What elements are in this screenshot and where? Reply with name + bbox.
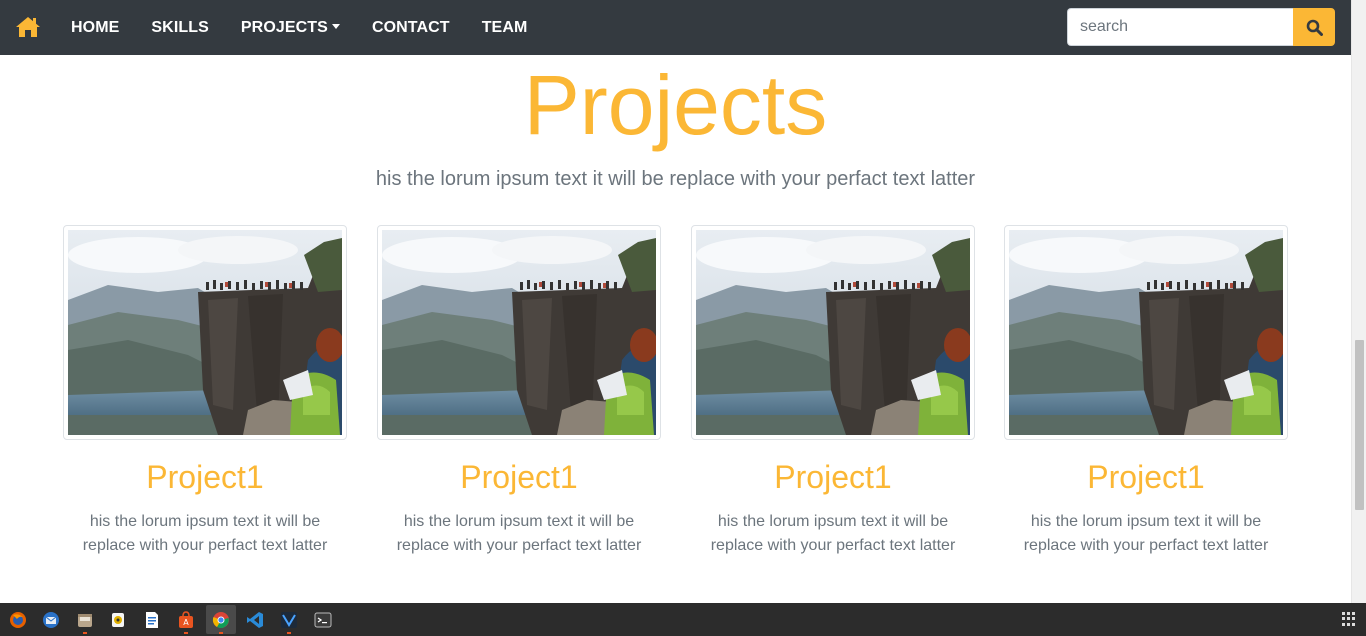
search-form bbox=[1067, 8, 1335, 46]
home-button[interactable] bbox=[14, 14, 42, 40]
project-title: Project1 bbox=[1087, 459, 1205, 495]
nav-links: HOME SKILLS PROJECTS CONTACT TEAM bbox=[55, 0, 543, 55]
project-description: his the lorum ipsum text it will be repl… bbox=[396, 513, 642, 554]
project-image-frame[interactable] bbox=[1004, 225, 1288, 440]
project-title: Project1 bbox=[774, 459, 892, 495]
svg-text:A: A bbox=[183, 618, 189, 627]
app-icon[interactable] bbox=[280, 611, 298, 629]
running-indicator bbox=[287, 632, 291, 634]
project-image bbox=[1009, 230, 1283, 435]
search-button[interactable] bbox=[1293, 8, 1335, 46]
files-icon[interactable] bbox=[76, 611, 94, 629]
project-image-frame[interactable] bbox=[63, 225, 347, 440]
project-image bbox=[382, 230, 656, 435]
software-center-icon[interactable]: A bbox=[177, 611, 195, 629]
search-icon bbox=[1306, 19, 1323, 36]
project-image-frame[interactable] bbox=[377, 225, 661, 440]
home-icon bbox=[16, 17, 40, 37]
vscode-icon[interactable] bbox=[246, 611, 264, 629]
nav-link-skills[interactable]: SKILLS bbox=[135, 0, 225, 55]
running-indicator bbox=[83, 632, 87, 634]
project-card: Project1 his the lorum ipsum text it wil… bbox=[691, 225, 975, 558]
project-card: Project1 his the lorum ipsum text it wil… bbox=[63, 225, 347, 558]
projects-section: Projects his the lorum ipsum text it wil… bbox=[0, 55, 1351, 603]
chrome-icon[interactable] bbox=[212, 611, 230, 629]
project-image bbox=[696, 230, 970, 435]
project-description: his the lorum ipsum text it will be repl… bbox=[82, 513, 328, 554]
project-description: his the lorum ipsum text it will be repl… bbox=[710, 513, 956, 554]
thunderbird-icon[interactable] bbox=[42, 611, 60, 629]
page-subtitle: his the lorum ipsum text it will be repl… bbox=[375, 168, 976, 190]
writer-icon[interactable] bbox=[143, 611, 161, 629]
top-navbar: HOME SKILLS PROJECTS CONTACT TEAM bbox=[0, 0, 1351, 55]
running-indicator bbox=[184, 632, 188, 634]
project-card: Project1 his the lorum ipsum text it wil… bbox=[377, 225, 661, 558]
nav-link-contact[interactable]: CONTACT bbox=[356, 0, 466, 55]
scrollbar-thumb[interactable] bbox=[1355, 340, 1364, 510]
caret-down-icon bbox=[331, 24, 340, 29]
project-image-frame[interactable] bbox=[691, 225, 975, 440]
vertical-scrollbar[interactable] bbox=[1351, 0, 1366, 603]
terminal-icon[interactable] bbox=[314, 611, 332, 629]
search-input[interactable] bbox=[1067, 8, 1293, 46]
firefox-icon[interactable] bbox=[9, 611, 27, 629]
os-taskbar: A bbox=[0, 603, 1366, 636]
rhythmbox-icon[interactable] bbox=[109, 611, 127, 629]
project-title: Project1 bbox=[146, 459, 264, 495]
project-card: Project1 his the lorum ipsum text it wil… bbox=[1004, 225, 1288, 558]
show-apps-icon[interactable] bbox=[1342, 612, 1356, 626]
nav-link-home[interactable]: HOME bbox=[55, 0, 135, 55]
project-description: his the lorum ipsum text it will be repl… bbox=[1023, 513, 1269, 554]
project-title: Project1 bbox=[460, 459, 578, 495]
project-image bbox=[68, 230, 342, 435]
nav-link-projects-dropdown[interactable]: PROJECTS bbox=[225, 0, 356, 55]
nav-link-team[interactable]: TEAM bbox=[466, 0, 544, 55]
running-indicator bbox=[219, 632, 223, 634]
page-title: Projects bbox=[523, 58, 828, 152]
